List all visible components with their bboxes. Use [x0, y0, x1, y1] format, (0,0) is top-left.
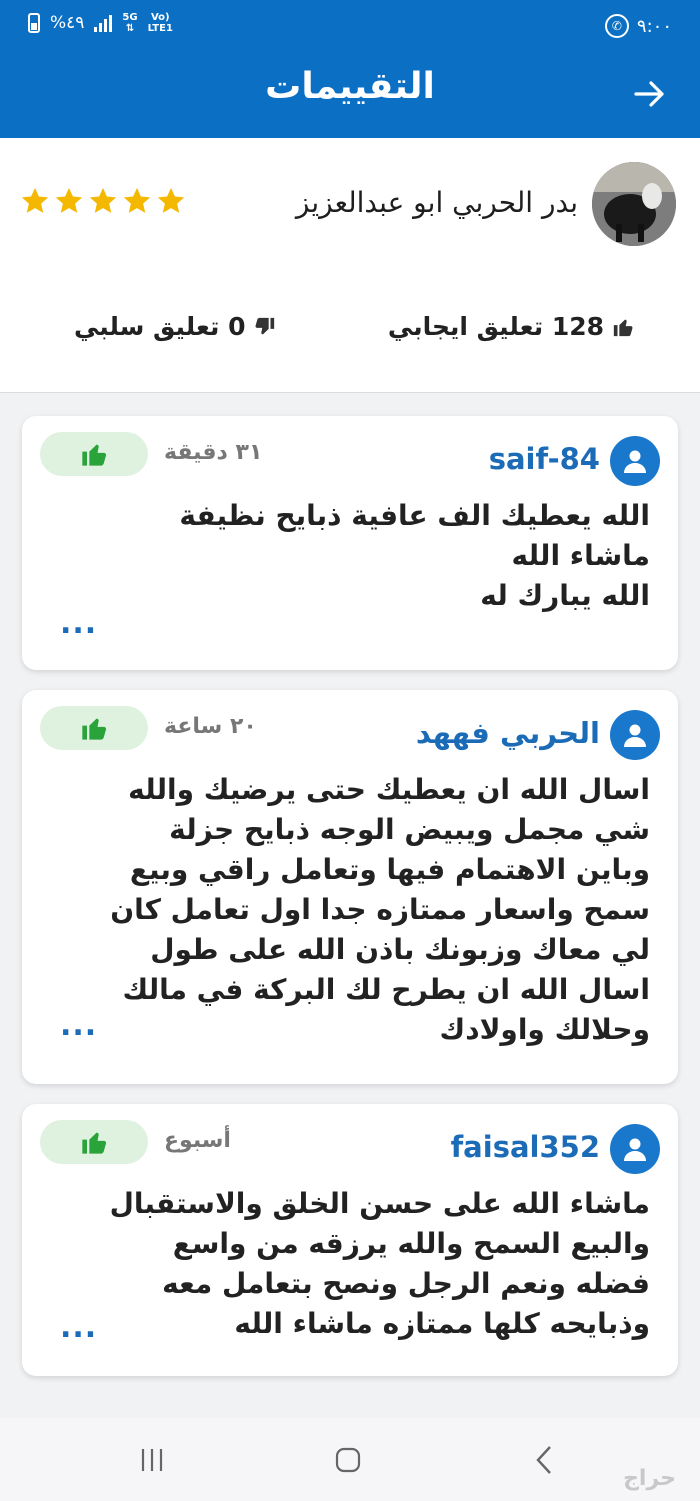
status-right: ✆ ٩:٠٠ — [604, 14, 672, 38]
chevron-left-icon — [536, 1446, 551, 1474]
review-text: الله يعطيك الف عافية ذبايح نظيفة ماشاء ا… — [179, 499, 650, 612]
positive-count-label: 128 تعليق ايجابي — [387, 312, 604, 341]
seller-profile: بدر الحربي ابو عبدالعزيز — [0, 138, 700, 273]
recent-apps-button[interactable] — [132, 1442, 172, 1478]
review-time: أسبوع — [164, 1128, 231, 1153]
status-left: %٤٩ 5G ⇅ Vo) LTE1 — [28, 12, 173, 34]
page-title: التقييمات — [265, 66, 435, 107]
network-volte-indicator: Vo) LTE1 — [147, 12, 173, 34]
user-avatar-icon — [610, 710, 660, 760]
negative-count-label: 0 تعليق سلبي — [74, 312, 246, 341]
home-icon — [335, 1447, 361, 1473]
more-options-button[interactable]: ... — [60, 1310, 97, 1345]
positive-rating-badge — [40, 1120, 148, 1164]
review-username[interactable]: saif-84 — [489, 442, 600, 476]
review-username[interactable]: faisal352 — [451, 1130, 600, 1164]
review-time: ٢٠ ساعة — [164, 714, 257, 739]
thumbs-up-icon — [82, 444, 107, 466]
status-time: ٩:٠٠ — [636, 15, 672, 37]
star-icon — [123, 187, 151, 213]
review-card: faisal352 أسبوع ماشاء الله على حسن الخلق… — [22, 1104, 678, 1376]
review-time: ٣١ دقيقة — [164, 440, 263, 465]
seller-avatar[interactable] — [592, 162, 676, 246]
negative-count: 0 تعليق سلبي — [74, 312, 276, 341]
positive-rating-badge — [40, 432, 148, 476]
positive-rating-badge — [40, 706, 148, 750]
whatsapp-icon: ✆ — [604, 14, 629, 38]
back-nav-button[interactable] — [524, 1442, 564, 1478]
battery-icon — [28, 13, 40, 33]
status-bar: %٤٩ 5G ⇅ Vo) LTE1 ✆ ٩:٠٠ — [0, 0, 700, 52]
review-username[interactable]: الحربي فههد — [416, 716, 600, 750]
thumbs-down-icon — [255, 317, 274, 334]
network-5g-indicator: 5G ⇅ — [122, 12, 138, 34]
battery-level: %٤٩ — [50, 13, 85, 33]
thumbs-up-icon — [82, 1132, 107, 1154]
watermark-logo: حراج — [623, 1466, 676, 1491]
app-bar: التقييمات — [0, 52, 700, 138]
signal-icon — [94, 14, 113, 32]
thumbs-up-icon — [613, 319, 633, 336]
back-button[interactable] — [630, 74, 670, 114]
home-button[interactable] — [328, 1442, 368, 1478]
thumbs-up-icon — [82, 718, 107, 740]
review-card: الحربي فههد ٢٠ ساعة اسال الله ان يعطيك ح… — [22, 690, 678, 1084]
seller-name: بدر الحربي ابو عبدالعزيز — [295, 186, 578, 219]
arrow-right-icon — [634, 81, 664, 107]
more-options-button[interactable]: ... — [60, 1008, 97, 1043]
system-nav-bar: حراج — [0, 1418, 700, 1501]
star-icon — [157, 187, 185, 213]
review-text: اسال الله ان يعطيك حتى يرضيك والله شي مج… — [110, 773, 650, 1046]
star-icon — [89, 187, 117, 213]
more-options-button[interactable]: ... — [60, 606, 97, 641]
positive-count: 128 تعليق ايجابي — [388, 312, 634, 341]
rating-summary: 128 تعليق ايجابي 0 تعليق سلبي — [0, 272, 700, 393]
rating-stars — [20, 186, 186, 216]
star-icon — [21, 187, 49, 213]
user-avatar-icon — [610, 1124, 660, 1174]
user-avatar-icon — [610, 436, 660, 486]
recent-apps-icon — [141, 1449, 163, 1471]
star-icon — [55, 187, 83, 213]
review-text: ماشاء الله على حسن الخلق والاستقبال والب… — [109, 1187, 650, 1340]
review-card: saif-84 ٣١ دقيقة الله يعطيك الف عافية ذب… — [22, 416, 678, 670]
